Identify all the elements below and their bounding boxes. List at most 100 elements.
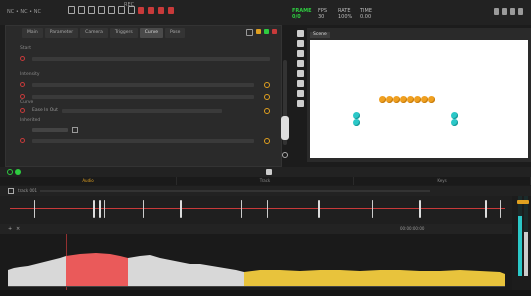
copy-icon[interactable] bbox=[88, 6, 95, 14]
offset-reset-icon[interactable] bbox=[20, 94, 25, 99]
orange-ball[interactable] bbox=[407, 96, 414, 103]
layout-icon[interactable] bbox=[502, 8, 507, 15]
marker-tick[interactable] bbox=[267, 200, 268, 218]
minimize-icon[interactable] bbox=[494, 8, 499, 15]
orange-ball[interactable] bbox=[379, 96, 386, 103]
cyan-ball[interactable] bbox=[353, 119, 360, 126]
move-tool-icon[interactable] bbox=[297, 40, 304, 47]
paste-icon[interactable] bbox=[98, 6, 105, 14]
inherited-key-icon[interactable] bbox=[264, 138, 270, 144]
search-icon[interactable] bbox=[282, 152, 288, 158]
curve-key-icon[interactable] bbox=[264, 108, 270, 114]
tab-parameter[interactable]: Parameter bbox=[44, 28, 79, 38]
offset-slider[interactable] bbox=[32, 95, 254, 99]
rotate-tool-icon[interactable] bbox=[297, 50, 304, 57]
cyan-ball[interactable] bbox=[451, 112, 458, 119]
record-icon[interactable] bbox=[138, 7, 144, 14]
inherited-field[interactable] bbox=[32, 128, 68, 132]
track-scrubber[interactable] bbox=[40, 190, 430, 192]
orange-ball[interactable] bbox=[400, 96, 407, 103]
tab-pose[interactable]: Pose bbox=[165, 28, 186, 38]
refresh-icon[interactable] bbox=[8, 188, 14, 194]
loop-icon[interactable] bbox=[7, 169, 13, 175]
cyan-ball[interactable] bbox=[353, 112, 360, 119]
curve-label: Curve bbox=[20, 100, 34, 105]
marker-tick[interactable] bbox=[99, 200, 101, 218]
curve-dropdown-label[interactable]: Ease In Out bbox=[32, 108, 58, 113]
marker-tick[interactable] bbox=[34, 200, 35, 218]
tab-audio[interactable]: Audio bbox=[0, 177, 177, 185]
intensity-reset-icon[interactable] bbox=[20, 82, 25, 87]
undo-icon[interactable] bbox=[108, 6, 115, 14]
start-reset-icon[interactable] bbox=[20, 56, 25, 61]
tab-main[interactable]: Main bbox=[22, 28, 43, 38]
start-slider[interactable] bbox=[32, 57, 270, 61]
light-tool-icon[interactable] bbox=[297, 90, 304, 97]
panel-tools bbox=[246, 29, 277, 36]
save-icon[interactable] bbox=[78, 6, 85, 14]
waveform-remove-icon[interactable]: × bbox=[16, 226, 20, 232]
orange-ball[interactable] bbox=[393, 96, 400, 103]
vertical-slider-thumb[interactable] bbox=[281, 116, 289, 140]
timeline-header bbox=[0, 167, 531, 177]
pause-icon[interactable] bbox=[158, 7, 164, 14]
delete-icon[interactable] bbox=[272, 29, 277, 34]
film-icon[interactable] bbox=[266, 169, 272, 175]
offset-key-icon[interactable] bbox=[264, 94, 270, 100]
key-icon[interactable] bbox=[256, 29, 261, 34]
parameter-panel: Main Parameter Camera Triggers Curve Pos… bbox=[5, 25, 282, 167]
marker-tick[interactable] bbox=[104, 200, 105, 218]
orange-ball[interactable] bbox=[386, 96, 393, 103]
camera-tool-icon[interactable] bbox=[297, 80, 304, 87]
intensity-key-icon[interactable] bbox=[264, 82, 270, 88]
cyan-ball[interactable] bbox=[451, 119, 458, 126]
lock-icon[interactable] bbox=[246, 29, 253, 36]
pivot-tool-icon[interactable] bbox=[297, 70, 304, 77]
intensity-slider[interactable] bbox=[32, 83, 254, 87]
rate-stat: RATE 100% bbox=[338, 8, 352, 20]
marker-tick[interactable] bbox=[93, 200, 95, 218]
marker-icon[interactable] bbox=[168, 7, 174, 14]
volume-handle[interactable] bbox=[517, 200, 529, 204]
marker-track[interactable] bbox=[0, 196, 512, 224]
curve-reset-icon[interactable] bbox=[20, 108, 25, 113]
marker-tick[interactable] bbox=[419, 200, 421, 218]
orange-ball[interactable] bbox=[428, 96, 435, 103]
select-tool-icon[interactable] bbox=[297, 30, 304, 37]
marker-tick[interactable] bbox=[241, 200, 242, 218]
stop-icon[interactable] bbox=[148, 7, 154, 14]
marker-tick[interactable] bbox=[180, 200, 182, 218]
inherited-reset-icon[interactable] bbox=[20, 138, 25, 143]
tab-track[interactable]: Track bbox=[177, 177, 354, 185]
play-icon[interactable] bbox=[15, 169, 21, 175]
marker-tick[interactable] bbox=[485, 200, 487, 218]
tab-camera[interactable]: Camera bbox=[80, 28, 108, 38]
marker-tick[interactable] bbox=[143, 200, 144, 218]
rate-stat-value: 100% bbox=[338, 14, 353, 20]
marker-tick[interactable] bbox=[318, 200, 320, 218]
record-label: REC bbox=[124, 2, 135, 8]
curve-slider[interactable] bbox=[62, 109, 222, 113]
orange-ball[interactable] bbox=[421, 96, 428, 103]
viewer-canvas[interactable] bbox=[310, 40, 528, 158]
status-bar bbox=[0, 290, 531, 296]
marker-tick[interactable] bbox=[500, 200, 501, 218]
marker-tick[interactable] bbox=[372, 200, 373, 218]
grid-tool-icon[interactable] bbox=[297, 100, 304, 107]
inherited-slider[interactable] bbox=[32, 139, 254, 143]
waveform-add-icon[interactable]: + bbox=[8, 226, 12, 232]
confirm-icon[interactable] bbox=[264, 29, 269, 34]
tab-keys[interactable]: Keys bbox=[354, 177, 531, 185]
open-icon[interactable] bbox=[68, 6, 75, 14]
copy-small-icon[interactable] bbox=[72, 127, 78, 133]
fps-stat-value: 30 bbox=[318, 14, 325, 20]
viewer-tab[interactable]: Scene bbox=[310, 32, 330, 38]
scale-tool-icon[interactable] bbox=[297, 60, 304, 67]
help-icon[interactable] bbox=[510, 8, 515, 15]
close-icon[interactable] bbox=[518, 8, 523, 15]
tab-triggers[interactable]: Triggers bbox=[109, 28, 138, 38]
tab-curve[interactable]: Curve bbox=[139, 28, 163, 38]
panel-tabs: Main Parameter Camera Triggers Curve Pos… bbox=[6, 28, 186, 38]
orange-ball[interactable] bbox=[414, 96, 421, 103]
audio-waveform[interactable] bbox=[0, 234, 512, 290]
